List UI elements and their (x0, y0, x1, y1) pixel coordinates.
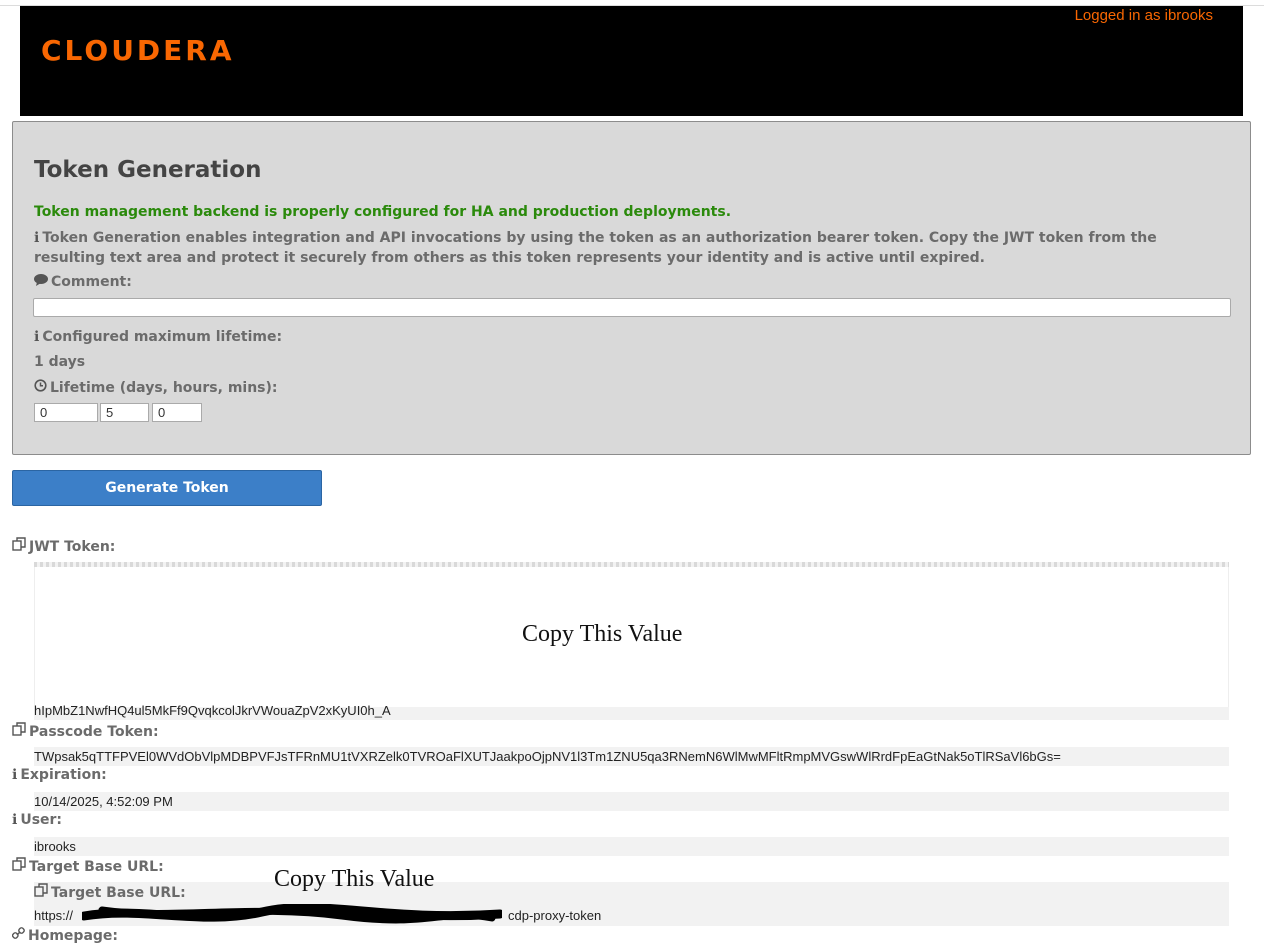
user-value: ibrooks (34, 837, 1229, 856)
target-base-url-inner-label: Target Base URL: (34, 883, 186, 901)
token-generation-panel: Token Generation Token management backen… (12, 121, 1251, 455)
info-icon: ℹ (12, 812, 18, 828)
copy-icon[interactable] (12, 537, 26, 555)
user-label: ℹ User: (12, 812, 62, 828)
homepage-label: Homepage: (11, 927, 119, 944)
homepage-label-text: Homepage: (28, 928, 119, 944)
lifetime-hours-input[interactable] (100, 403, 149, 422)
status-message: Token management backend is properly con… (34, 204, 732, 220)
jwt-token-label: JWT Token: (12, 537, 115, 555)
target-base-url-suffix: cdp-proxy-token (508, 908, 602, 923)
lifetime-label: Lifetime (days, hours, mins): (34, 379, 278, 396)
expiration-label: ℹ Expiration: (12, 767, 107, 783)
app-header: CLOUDERA Logged in as ibrooks (20, 6, 1243, 116)
logged-in-user[interactable]: Logged in as ibrooks (1075, 7, 1213, 24)
target-base-url-label: Target Base URL: (12, 857, 164, 875)
comment-input[interactable] (33, 298, 1231, 317)
comment-label: Comment: (34, 274, 132, 290)
comment-icon (34, 274, 48, 290)
copy-icon[interactable] (12, 722, 26, 740)
user-label-text: User: (20, 812, 63, 828)
link-icon (11, 927, 25, 944)
jwt-token-tail: hIpMbZ1NwfHQ4ul5MkFf9QvqkcolJkrVWouaZpV2… (34, 703, 391, 718)
info-description: ℹ Token Generation enables integration an… (34, 228, 1214, 268)
max-lifetime-label-text: Configured maximum lifetime: (42, 329, 283, 345)
target-base-url-label-text: Target Base URL: (29, 859, 164, 875)
jwt-token-value[interactable]: Copy This Value hIpMbZ1NwfHQ4ul5MkFf9Qvq… (34, 562, 1229, 720)
copy-icon[interactable] (34, 883, 48, 901)
clock-icon (34, 379, 47, 396)
copy-icon[interactable] (12, 857, 26, 875)
generate-token-button[interactable]: Generate Token (12, 470, 322, 506)
info-icon: ℹ (12, 767, 18, 783)
copy-overlay-text: Copy This Value (522, 621, 683, 647)
info-description-text: Token Generation enables integration and… (34, 230, 1157, 266)
passcode-token-label: Passcode Token: (12, 722, 159, 740)
info-icon: ℹ (34, 230, 40, 246)
info-icon: ℹ (34, 329, 40, 345)
cloudera-logo[interactable]: CLOUDERA (41, 34, 235, 67)
target-base-url-prefix: https:// (34, 908, 74, 923)
passcode-token-value[interactable]: TWpsak5qTTFPVEl0WVdObVlpMDBPVFJsTFRnMU1t… (34, 747, 1229, 766)
target-base-url-inner-label-text: Target Base URL: (51, 885, 186, 901)
max-lifetime-value: 1 days (34, 354, 86, 370)
comment-label-text: Comment: (51, 274, 132, 290)
page-title: Token Generation (34, 157, 262, 183)
expiration-value: 10/14/2025, 4:52:09 PM (34, 792, 1229, 811)
redaction-scribble (82, 904, 502, 924)
lifetime-days-input[interactable] (34, 403, 98, 422)
copy-overlay-text-2: Copy This Value (274, 866, 435, 892)
lifetime-mins-input[interactable] (152, 403, 202, 422)
lifetime-label-text: Lifetime (days, hours, mins): (50, 380, 278, 396)
jwt-token-label-text: JWT Token: (29, 539, 116, 555)
max-lifetime-label: ℹ Configured maximum lifetime: (34, 329, 282, 345)
expiration-label-text: Expiration: (20, 767, 107, 783)
passcode-token-label-text: Passcode Token: (29, 724, 159, 740)
